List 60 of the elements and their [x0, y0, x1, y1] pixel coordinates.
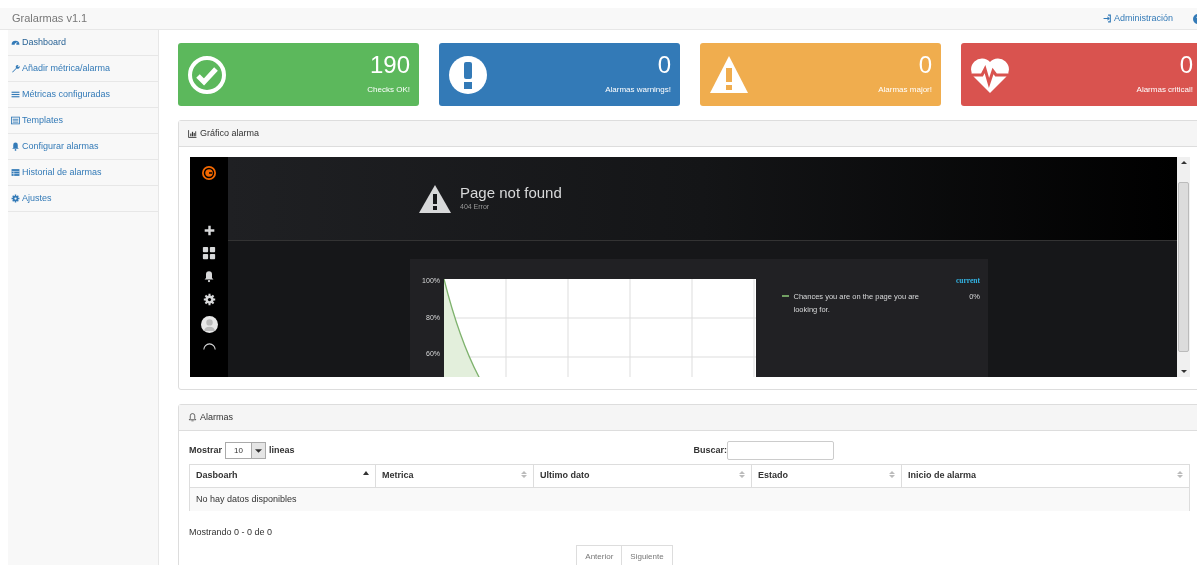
sort-icon [739, 471, 745, 479]
plus-icon [203, 225, 215, 236]
column-header[interactable]: Ultimo dato [533, 464, 752, 488]
sort-icon [1177, 471, 1183, 479]
legend-line-icon [782, 294, 789, 297]
spiral-logo-icon [201, 165, 217, 181]
wrench-icon [11, 64, 20, 73]
panel-title: Alarmas [200, 410, 233, 424]
check-circle-icon [187, 54, 227, 95]
dashboard-icon [11, 38, 20, 47]
stat-value: 0 [656, 53, 671, 77]
scrollbar[interactable] [1177, 157, 1190, 377]
sidebar-item[interactable]: Dashboard [8, 30, 158, 56]
search-field[interactable] [726, 441, 834, 460]
column-header[interactable]: Estado [751, 464, 902, 488]
gear-icon [11, 194, 20, 203]
bell-icon [203, 270, 215, 283]
list-alt-icon [11, 116, 20, 125]
warning-icon [418, 183, 452, 214]
avatar-icon [200, 316, 218, 333]
column-header[interactable]: Metrica [375, 464, 534, 488]
column-header[interactable]: Inicio de alarma [901, 464, 1190, 488]
sidebar-item[interactable]: Historial de alarmas [8, 160, 158, 186]
table-icon [11, 168, 20, 177]
stat-label: Alarmas critical! [1136, 84, 1193, 96]
length-label: lineas [268, 443, 295, 457]
stat-label: Alarmas major! [878, 84, 932, 96]
panel-title: Gráfico alarma [200, 126, 260, 140]
exclamation-circle-icon [448, 54, 488, 95]
gear-icon [202, 293, 216, 306]
table-info: Mostrando 0 - 0 de 0 [189, 525, 274, 539]
stat-value: 0 [917, 53, 932, 77]
sort-icon [521, 471, 527, 479]
search-label: Buscar: [693, 443, 727, 457]
column-header[interactable]: Dasboarh [189, 464, 376, 488]
sidebar-item[interactable]: Configurar alarmas [8, 134, 158, 160]
caret-icon [254, 448, 262, 453]
sidebar-item[interactable]: Templates [8, 108, 158, 134]
stat-label: Alarmas warnings! [605, 84, 671, 96]
sidebar-item[interactable]: Métricas configuradas [8, 82, 158, 108]
bell-icon [188, 413, 197, 422]
length-select[interactable]: 10 [225, 442, 266, 459]
list-icon [11, 90, 20, 99]
grid-icon [202, 246, 216, 260]
length-label: Mostrar [189, 443, 222, 457]
bar-chart-icon [188, 129, 197, 138]
sort-icon [889, 471, 895, 479]
sidebar-item[interactable]: Ajustes [8, 186, 158, 212]
stat-value: 190 [368, 53, 410, 77]
admin-link[interactable]: Administración [1102, 11, 1173, 26]
warning-icon [709, 54, 749, 95]
sort-asc-icon [363, 471, 369, 476]
stat-label: Checks OK! [367, 84, 410, 96]
sidebar-item[interactable]: Añadir métrica/alarma [8, 56, 158, 82]
bell-icon [11, 142, 20, 151]
brand-title: Gralarmas v1.1 [12, 11, 88, 27]
sign-in-icon [1102, 14, 1112, 23]
error-title: Page not found [460, 185, 562, 202]
stat-value: 0 [1178, 53, 1193, 77]
empty-message: No hay datos disponibles [189, 487, 1190, 511]
